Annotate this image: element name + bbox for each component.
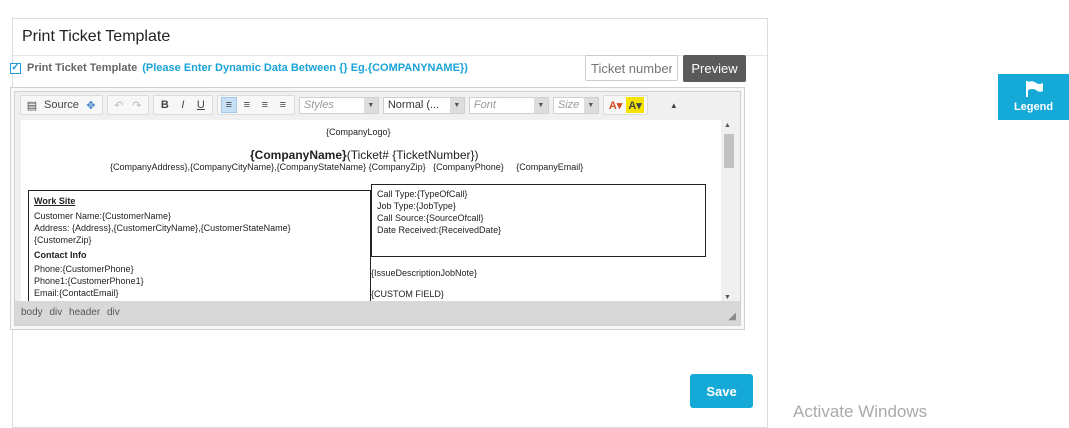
editor-content[interactable]: {CompanyLogo} {CompanyName}(Ticket# {Tic… <box>21 120 736 302</box>
print-template-label: Print Ticket Template <box>27 62 138 74</box>
editor-scrollbar[interactable]: ▲ ▼ <box>721 120 736 302</box>
source-icon: ▤ <box>26 99 38 112</box>
chevron-down-icon: ▼ <box>363 97 378 113</box>
scroll-up-icon[interactable]: ▲ <box>724 122 731 129</box>
dynamic-data-hint: (Please Enter Dynamic Data Between {} Eg… <box>142 62 468 74</box>
print-template-checkbox[interactable]: ✓ <box>10 62 21 74</box>
company-address-line: {CompanyAddress},{CompanyCityName},{Comp… <box>110 162 584 172</box>
work-site-box: Work Site Customer Name:{CustomerName} A… <box>28 190 371 302</box>
chevron-down-icon: ▼ <box>533 97 548 113</box>
chevron-down-icon: ▼ <box>583 97 598 113</box>
styles-dropdown[interactable]: Styles ▼ <box>298 96 379 114</box>
company-name-field: {CompanyName} <box>250 148 347 162</box>
chevron-down-icon: ▼ <box>449 97 464 113</box>
redo-icon[interactable]: ↷ <box>129 97 145 113</box>
ticket-number-field: (Ticket# {TicketNumber}) <box>346 148 479 162</box>
issue-note-field: {IssueDescriptionJobNote} <box>371 268 478 278</box>
company-logo-field: {CompanyLogo} <box>326 127 391 137</box>
activate-windows-watermark: Activate Windows <box>793 402 928 421</box>
rich-text-editor: ▤ Source ✥ ↶ ↷ B I U ≡ ≡ ≡ ≡ Styles ▼ No… <box>10 87 745 330</box>
company-title-line: {CompanyName}(Ticket# {TicketNumber}) <box>250 148 479 162</box>
undo-icon[interactable]: ↶ <box>111 97 127 113</box>
save-button[interactable]: Save <box>690 374 753 408</box>
text-color-icon[interactable]: A▾ <box>607 97 624 113</box>
preview-button[interactable]: Preview <box>683 55 746 82</box>
custom-field: {CUSTOM FIELD} <box>371 289 444 299</box>
italic-button[interactable]: I <box>175 97 191 113</box>
background-color-icon[interactable]: A▾ <box>626 97 644 113</box>
maximize-icon[interactable]: ✥ <box>83 97 99 113</box>
flag-icon <box>998 80 1069 101</box>
email-field: Email:{ContactEmail} <box>34 288 119 298</box>
date-received-field: Date Received:{ReceivedDate} <box>377 225 502 235</box>
align-left-icon[interactable]: ≡ <box>220 97 237 113</box>
scroll-down-icon[interactable]: ▼ <box>724 294 731 301</box>
call-info-box: Call Type:{TypeOfCall} Job Type:{JobType… <box>371 184 706 257</box>
source-button[interactable]: Source <box>42 97 81 113</box>
phone1-field: Phone1:{CustomerPhone1} <box>34 276 144 286</box>
bold-button[interactable]: B <box>157 97 173 113</box>
align-justify-icon[interactable]: ≡ <box>275 97 291 113</box>
contact-info-heading: Contact Info <box>34 250 87 260</box>
collapse-toolbar-icon[interactable]: ▲ <box>666 97 682 113</box>
legend-button[interactable]: Legend <box>998 74 1069 120</box>
call-type-field: Call Type:{TypeOfCall} <box>377 189 468 199</box>
phone-field: Phone:{CustomerPhone} <box>34 264 134 274</box>
format-dropdown[interactable]: Normal (... ▼ <box>382 96 465 114</box>
call-source-field: Call Source:{SourceOfcall} <box>377 213 484 223</box>
font-dropdown[interactable]: Font ▼ <box>468 96 549 114</box>
panel-title: Print Ticket Template <box>13 19 767 56</box>
underline-button[interactable]: U <box>193 97 209 113</box>
legend-label: Legend <box>1013 101 1054 113</box>
address-field: Address: {Address},{CustomerCityName},{C… <box>34 223 291 233</box>
customer-zip-field: {CustomerZip} <box>34 235 92 245</box>
resize-grip-icon[interactable]: ◢ <box>728 311 736 322</box>
print-template-option: ✓ Print Ticket Template (Please Enter Dy… <box>10 62 468 74</box>
work-site-heading: Work Site <box>34 196 76 206</box>
size-dropdown[interactable]: Size ▼ <box>552 96 599 114</box>
scroll-thumb[interactable] <box>724 134 734 168</box>
align-center-icon[interactable]: ≡ <box>239 97 255 113</box>
editor-toolbar: ▤ Source ✥ ↶ ↷ B I U ≡ ≡ ≡ ≡ Styles ▼ No… <box>15 92 740 118</box>
align-right-icon[interactable]: ≡ <box>257 97 273 113</box>
ticket-number-input[interactable] <box>585 55 678 81</box>
job-type-field: Job Type:{JobType} <box>377 201 456 211</box>
customer-name-field: Customer Name:{CustomerName} <box>34 211 172 221</box>
element-path-bar[interactable]: body div header div <box>15 301 740 325</box>
